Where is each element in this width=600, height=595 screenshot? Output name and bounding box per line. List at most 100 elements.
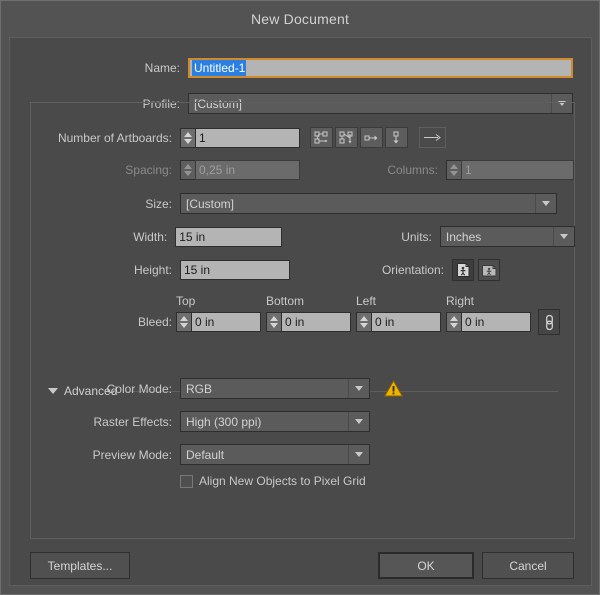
chevron-down-icon: [348, 379, 369, 398]
arrange-by-column-icon[interactable]: [385, 127, 408, 148]
bleed-right-input[interactable]: 0 in: [461, 312, 531, 332]
artboards-input[interactable]: 1: [195, 127, 300, 148]
spinner-up-icon: [450, 164, 458, 169]
height-label: Height:: [133, 263, 172, 277]
bleed-bottom-header: Bottom: [266, 294, 305, 308]
bleed-left-stepper[interactable]: 0 in: [356, 312, 441, 332]
raster-effects-dropdown[interactable]: High (300 ppi): [180, 411, 370, 432]
raster-effects-label: Raster Effects:: [93, 414, 172, 429]
color-mode-row: Color Mode: RGB: [10, 378, 575, 399]
bleed-bottom-stepper[interactable]: 0 in: [266, 312, 351, 332]
spinner-down-icon[interactable]: [180, 323, 188, 328]
width-units-row: Width: 15 in Units: Inches: [10, 226, 575, 247]
preview-mode-dropdown[interactable]: Default: [180, 444, 370, 465]
bleed-left-input[interactable]: 0 in: [371, 312, 441, 332]
name-input[interactable]: Untitled-1: [188, 58, 573, 78]
spacing-stepper: 0,25 in: [180, 160, 300, 180]
width-label: Width:: [133, 229, 168, 244]
chevron-down-icon: [553, 227, 574, 246]
change-direction-icon[interactable]: [419, 127, 446, 148]
bleed-right-header: Right: [446, 294, 475, 308]
grid-by-column-icon[interactable]: [335, 127, 358, 148]
dialog-body: Name: Untitled-1 Profile: [Custom] Numbe…: [9, 37, 592, 586]
bleed-right-spinner[interactable]: [446, 312, 461, 332]
width-input[interactable]: 15 in: [175, 226, 283, 247]
columns-label: Columns:: [387, 163, 438, 177]
columns-input: 1: [461, 160, 574, 180]
raster-effects-value: High (300 ppi): [186, 414, 262, 429]
name-input-value: Untitled-1: [192, 60, 247, 76]
chevron-down-icon: [348, 412, 369, 431]
spinner-up-icon[interactable]: [360, 316, 368, 321]
dialog-titlebar: New Document: [1, 1, 599, 37]
spinner-down-icon: [184, 171, 192, 176]
new-document-dialog: New Document Name: Untitled-1 Profile: […: [0, 0, 600, 595]
spinner-down-icon[interactable]: [450, 323, 458, 328]
spinner-up-icon[interactable]: [450, 316, 458, 321]
bleed-bottom-value: 0 in: [285, 315, 305, 329]
artboards-value: 1: [199, 130, 206, 145]
chevron-down-icon: [348, 445, 369, 464]
columns-stepper: 1: [446, 160, 574, 180]
preview-mode-value: Default: [186, 447, 225, 462]
artboards-row: Number of Artboards: 1: [10, 127, 575, 148]
size-value: [Custom]: [186, 196, 235, 211]
orientation-landscape-icon[interactable]: [478, 259, 500, 281]
bleed-left-header: Left: [356, 294, 377, 308]
spinner-up-icon[interactable]: [270, 316, 278, 321]
align-pixel-grid-checkbox[interactable]: [180, 474, 193, 488]
ok-button-label: OK: [417, 558, 435, 573]
bleed-top-stepper[interactable]: 0 in: [176, 312, 261, 332]
spacing-spinner: [180, 160, 195, 180]
raster-effects-row: Raster Effects: High (300 ppi): [10, 411, 575, 432]
artboards-spinner[interactable]: [180, 127, 195, 148]
color-mode-warning-icon: [384, 380, 403, 397]
units-label: Units:: [401, 229, 432, 244]
columns-spinner: [446, 160, 461, 180]
dialog-title: New Document: [250, 11, 350, 27]
bleed-top-input[interactable]: 0 in: [191, 312, 261, 332]
bleed-right-value: 0 in: [465, 315, 485, 329]
color-mode-dropdown[interactable]: RGB: [180, 378, 370, 399]
bleed-row: Bleed: 0 in 0 in 0 in 0 in: [10, 309, 575, 335]
name-row: Name: Untitled-1: [10, 58, 575, 78]
bleed-top-spinner[interactable]: [176, 312, 191, 332]
spinner-up-icon[interactable]: [180, 316, 188, 321]
units-dropdown[interactable]: Inches: [439, 226, 575, 247]
orientation-portrait-icon[interactable]: [452, 259, 474, 281]
orientation-group: [452, 259, 500, 281]
preview-mode-row: Preview Mode: Default: [10, 444, 575, 465]
ok-button[interactable]: OK: [378, 552, 474, 579]
spinner-up-icon: [184, 164, 192, 169]
bleed-left-value: 0 in: [375, 315, 395, 329]
artboards-stepper[interactable]: 1: [180, 127, 300, 148]
arrange-by-row-icon[interactable]: [360, 127, 383, 148]
spinner-down-icon: [450, 171, 458, 176]
width-value: 15 in: [179, 229, 206, 244]
size-label: Size:: [145, 196, 172, 211]
columns-value: 1: [465, 163, 472, 177]
spinner-up-icon[interactable]: [184, 131, 192, 137]
templates-button-label: Templates...: [47, 558, 113, 573]
spacing-label: Spacing:: [125, 163, 172, 177]
bleed-link-icon[interactable]: [538, 309, 560, 335]
grid-by-row-icon[interactable]: [310, 127, 333, 148]
height-input[interactable]: 15 in: [180, 260, 290, 280]
bleed-left-spinner[interactable]: [356, 312, 371, 332]
color-mode-value: RGB: [186, 381, 213, 396]
size-dropdown[interactable]: [Custom]: [180, 193, 557, 214]
align-pixel-grid-row[interactable]: Align New Objects to Pixel Grid: [172, 474, 366, 488]
spinner-down-icon[interactable]: [270, 323, 278, 328]
chevron-down-icon: [535, 194, 556, 213]
preview-mode-label: Preview Mode:: [92, 447, 172, 462]
name-label: Name:: [144, 61, 180, 75]
color-mode-label: Color Mode:: [106, 381, 172, 396]
cancel-button[interactable]: Cancel: [482, 552, 574, 579]
bleed-right-stepper[interactable]: 0 in: [446, 312, 531, 332]
spinner-down-icon[interactable]: [360, 323, 368, 328]
height-orientation-row: Height: 15 in Orientation:: [10, 259, 575, 281]
templates-button[interactable]: Templates...: [30, 552, 130, 579]
bleed-bottom-input[interactable]: 0 in: [281, 312, 351, 332]
bleed-bottom-spinner[interactable]: [266, 312, 281, 332]
spinner-down-icon[interactable]: [184, 138, 192, 144]
